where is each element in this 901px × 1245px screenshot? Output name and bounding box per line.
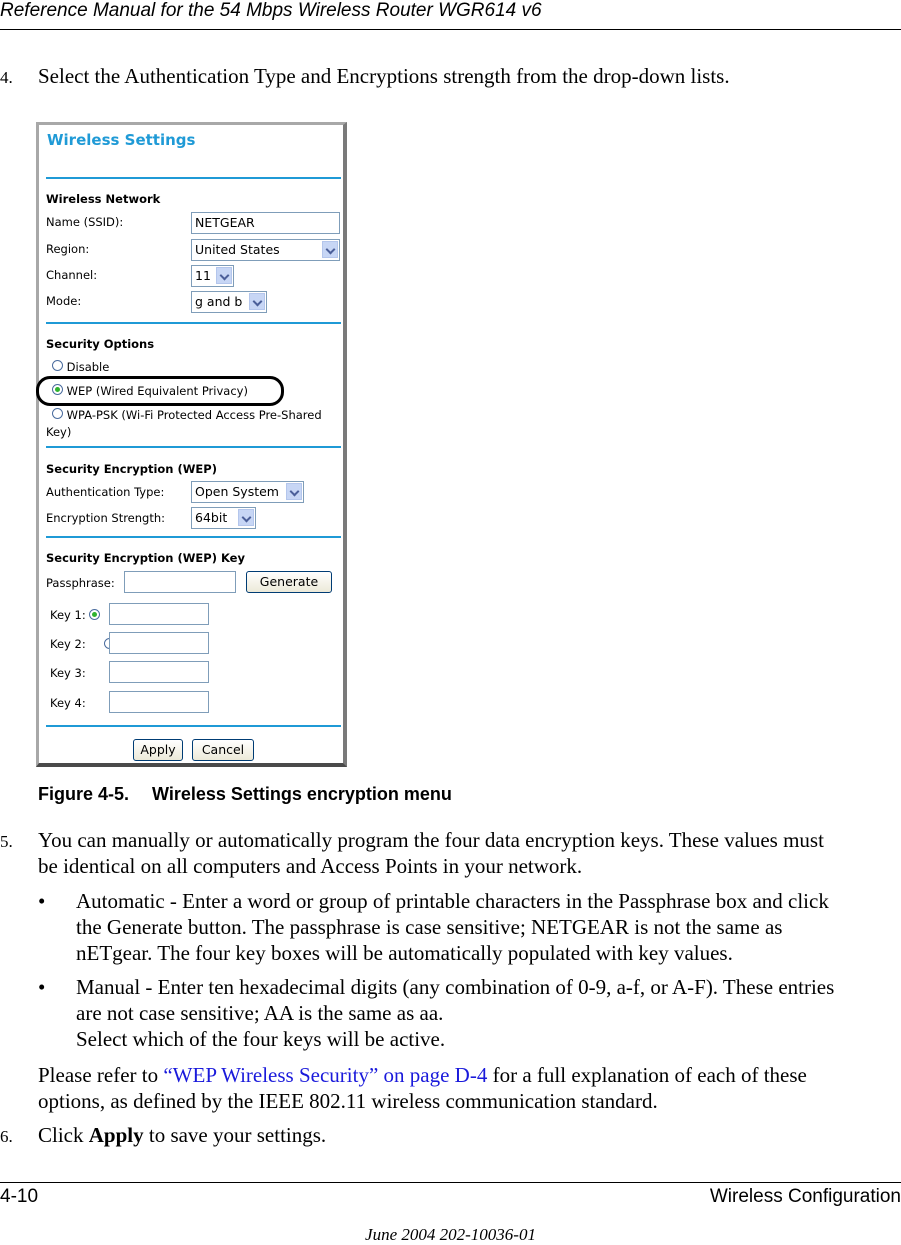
section-name: Wireless Configuration	[709, 1186, 901, 1207]
wep-key-heading: Security Encryption (WEP) Key	[46, 551, 245, 565]
highlight-oval	[36, 376, 284, 406]
wep-encryption-heading: Security Encryption (WEP)	[46, 462, 217, 476]
bullet-manual-line3: Select which of the four keys will be ac…	[76, 1027, 446, 1051]
step-4-text: Select the Authentication Type and Encry…	[38, 64, 730, 88]
key-3-label: Key 3:	[50, 666, 86, 680]
generate-button[interactable]: Generate	[246, 571, 332, 593]
mode-select[interactable]: g and b	[191, 291, 267, 313]
bullet-manual-line1: Manual - Enter ten hexadecimal digits (a…	[76, 975, 835, 999]
separator	[46, 536, 341, 538]
key-4-input[interactable]	[109, 691, 209, 713]
step-6-text: Click Apply to save your settings.	[38, 1121, 326, 1149]
separator	[46, 446, 341, 448]
cross-reference-link[interactable]: “WEP Wireless Security” on page D-4	[163, 1063, 487, 1087]
apply-emphasis: Apply	[88, 1123, 144, 1147]
footer-rule	[0, 1182, 901, 1183]
bullet-auto-line1: Automatic - Enter a word or group of pri…	[76, 889, 829, 913]
radio-disable[interactable]: Disable	[52, 360, 109, 374]
radio-button[interactable]	[52, 408, 63, 419]
key-1-radio[interactable]	[89, 609, 100, 620]
region-select[interactable]: United States	[191, 239, 340, 261]
chevron-down-icon	[322, 241, 338, 258]
encryption-strength-select[interactable]: 64bit	[191, 507, 256, 529]
page-number: 4-10	[0, 1186, 39, 1207]
channel-value: 11	[195, 268, 211, 283]
bullet-auto-line3: nETgear. The four key boxes will be auto…	[76, 941, 733, 965]
channel-select[interactable]: 11	[191, 265, 234, 287]
refer-prefix: Please refer to	[38, 1063, 164, 1087]
panel-title: Wireless Settings	[47, 131, 196, 149]
chevron-down-icon	[216, 267, 232, 284]
bullet-auto-line2: the Generate button. The passphrase is c…	[76, 915, 783, 939]
cancel-button[interactable]: Cancel	[192, 739, 254, 761]
security-options-heading: Security Options	[46, 337, 155, 351]
document-date: June 2004 202-10036-01	[365, 1225, 536, 1244]
encryption-strength-label: Encryption Strength:	[46, 511, 166, 525]
ssid-input[interactable]: NETGEAR	[191, 212, 340, 234]
apply-button[interactable]: Apply	[133, 739, 183, 761]
step-number: 5.	[0, 832, 13, 851]
separator	[46, 322, 341, 324]
header-rule	[0, 29, 901, 30]
step-5-number: 5.	[0, 826, 13, 856]
passphrase-label: Passphrase:	[46, 576, 115, 590]
wpa-label-line2: Key)	[46, 425, 72, 439]
channel-label: Channel:	[46, 268, 98, 282]
key-1-input[interactable]	[109, 603, 209, 625]
step-6-post: to save your settings.	[143, 1123, 327, 1147]
refer-line1: Please refer to “WEP Wireless Security” …	[38, 1061, 807, 1089]
separator	[46, 177, 341, 179]
radio-button[interactable]	[52, 360, 63, 371]
chevron-down-icon	[286, 483, 302, 500]
region-label: Region:	[46, 242, 90, 256]
passphrase-input[interactable]	[124, 571, 236, 593]
step-6-pre: Click	[38, 1123, 89, 1147]
wpa-label: WPA-PSK (Wi-Fi Protected Access Pre-Shar…	[66, 408, 322, 422]
mode-label: Mode:	[46, 294, 82, 308]
figure-caption-label: Figure 4-5.	[38, 784, 130, 804]
disable-label: Disable	[66, 360, 110, 374]
step-4: 4.	[0, 62, 13, 92]
radio-wpa-psk[interactable]: WPA-PSK (Wi-Fi Protected Access Pre-Shar…	[52, 408, 322, 422]
step-5-line1: You can manually or automatically progra…	[38, 828, 824, 852]
key-2-label: Key 2:	[50, 637, 86, 651]
separator	[46, 725, 341, 727]
auth-type-value: Open System	[195, 484, 279, 499]
wireless-network-heading: Wireless Network	[46, 192, 161, 206]
running-header: Reference Manual for the 54 Mbps Wireles…	[0, 0, 542, 21]
bullet: •	[38, 975, 46, 999]
key-3-input[interactable]	[109, 661, 209, 683]
figure-caption-text: Wireless Settings encryption menu	[152, 784, 452, 804]
key-1-label: Key 1:	[50, 608, 86, 622]
key-4-label: Key 4:	[50, 696, 86, 710]
encryption-strength-value: 64bit	[195, 510, 228, 525]
chevron-down-icon	[249, 293, 265, 310]
step-number: 6.	[0, 1127, 13, 1146]
auth-type-select[interactable]: Open System	[191, 481, 304, 503]
chevron-down-icon	[238, 509, 254, 526]
mode-value: g and b	[195, 294, 243, 309]
key-2-input[interactable]	[109, 632, 209, 654]
refer-suffix: for a full explanation of each of these	[487, 1063, 807, 1087]
step-number: 4.	[0, 68, 13, 87]
auth-type-label: Authentication Type:	[46, 485, 165, 499]
region-value: United States	[195, 242, 280, 257]
step-5-line2: be identical on all computers and Access…	[38, 854, 583, 878]
step-6-number: 6.	[0, 1121, 13, 1151]
bullet-manual-line2: are not case sensitive; AA is the same a…	[76, 1001, 444, 1025]
refer-line2: options, as defined by the IEEE 802.11 w…	[38, 1089, 658, 1113]
wireless-settings-screenshot: Wireless Settings Wireless Network Name …	[36, 122, 347, 767]
bullet: •	[38, 889, 46, 913]
ssid-label: Name (SSID):	[46, 215, 124, 229]
